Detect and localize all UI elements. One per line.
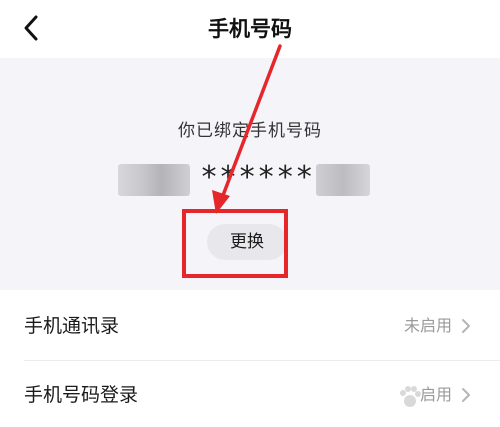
settings-row-label: 手机通讯录 xyxy=(24,315,120,337)
paw-logo-icon xyxy=(400,386,421,407)
masked-digits: ****** xyxy=(200,160,315,195)
watermark-logo xyxy=(396,383,492,419)
phone-prefix-blur xyxy=(118,164,190,196)
annotation-highlight-box xyxy=(182,209,288,278)
chevron-right-icon xyxy=(462,319,470,333)
settings-row-label: 手机号码登录 xyxy=(24,384,139,406)
settings-row-value: 未启用 xyxy=(403,316,452,335)
masked-phone-number: ****** xyxy=(0,150,500,200)
bound-phone-label: 你已绑定手机号码 xyxy=(178,121,322,141)
phone-suffix-blur xyxy=(316,164,370,196)
row-divider xyxy=(24,360,500,361)
header-bar: 手机号码 xyxy=(0,0,500,58)
settings-row-contacts[interactable]: 手机通讯录 未启用 xyxy=(0,293,500,359)
page-title: 手机号码 xyxy=(208,17,292,41)
